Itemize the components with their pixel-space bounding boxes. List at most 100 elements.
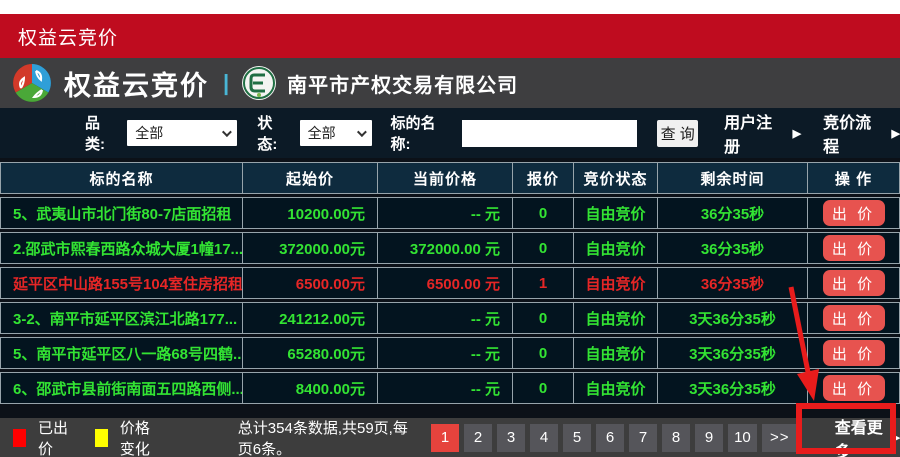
legend-label: 已出价 <box>38 417 71 457</box>
current-price: -- 元 <box>378 373 513 403</box>
bid-count: 0 <box>513 198 574 228</box>
legend-swatch-icon <box>95 429 108 447</box>
arrow-right-icon: ▶ <box>892 127 900 140</box>
bid-status: 自由竞价 <box>574 338 658 368</box>
page-button[interactable]: 5 <box>563 424 591 452</box>
arrow-right-icon: ▶ <box>892 431 900 444</box>
legend-item: 价格变化 <box>95 417 164 457</box>
pagination: 12345678910>> <box>431 424 803 452</box>
page-button[interactable]: 10 <box>728 424 757 452</box>
current-price: -- 元 <box>378 198 513 228</box>
time-remaining: 3天36分35秒 <box>658 303 808 333</box>
start-price: 65280.00元 <box>243 338 378 368</box>
page-button[interactable]: 6 <box>596 424 624 452</box>
table-row: 5、武夷山市北门街80-7店面招租 10200.00元 -- 元 0 自由竞价 … <box>0 197 900 229</box>
col-start-price: 起始价 <box>243 163 378 193</box>
bid-button[interactable]: 出 价 <box>823 340 885 366</box>
col-lot-name: 标的名称 <box>1 163 243 193</box>
brand-name: 权益云竞价 <box>64 64 209 103</box>
lot-name-label: 标的名称: <box>390 112 454 154</box>
table-row: 5、南平市延平区八一路68号四鹤... 65280.00元 -- 元 0 自由竞… <box>0 337 900 369</box>
page-button[interactable]: 9 <box>695 424 723 452</box>
page-title: 权益云竞价 <box>18 23 118 50</box>
col-status: 竞价状态 <box>574 163 658 193</box>
page-button[interactable]: 2 <box>464 424 492 452</box>
current-price: 372000.00 元 <box>378 233 513 263</box>
table-row: 2.邵武市熙春西路众城大厦1幢17... 372000.00元 372000.0… <box>0 232 900 264</box>
legend-label: 价格变化 <box>120 417 164 457</box>
query-button[interactable]: 查 询 <box>657 120 698 147</box>
bid-count: 1 <box>513 268 574 298</box>
col-current-price: 当前价格 <box>378 163 513 193</box>
lot-name-link[interactable]: 5、南平市延平区八一路68号四鹤... <box>1 338 243 368</box>
pagination-summary: 总计354条数据,共59页,每页6条。 <box>238 417 421 457</box>
bid-status: 自由竞价 <box>574 303 658 333</box>
col-bid-count: 报价 <box>513 163 574 193</box>
status-value: 全部 <box>308 123 336 143</box>
exchange-logo-icon <box>241 65 277 101</box>
bid-count: 0 <box>513 233 574 263</box>
bid-status: 自由竞价 <box>574 233 658 263</box>
time-remaining: 36分35秒 <box>658 268 808 298</box>
bidding-process-link[interactable]: 竞价流程 ▶ <box>823 109 900 157</box>
auction-table: 标的名称 起始价 当前价格 报价 竞价状态 剩余时间 操 作 5、武夷山市北门街… <box>0 158 900 418</box>
col-action: 操 作 <box>808 163 899 193</box>
swirl-logo-icon <box>12 63 52 103</box>
start-price: 8400.00元 <box>243 373 378 403</box>
legend: 已出价 价格变化 <box>13 417 188 457</box>
time-remaining: 3天36分35秒 <box>658 338 808 368</box>
category-label: 品类: <box>85 112 119 154</box>
bid-button[interactable]: 出 价 <box>823 270 885 296</box>
bid-button[interactable]: 出 价 <box>823 375 885 401</box>
legend-swatch-icon <box>13 429 26 447</box>
bid-status: 自由竞价 <box>574 373 658 403</box>
lot-name-input[interactable] <box>462 120 637 147</box>
view-more-button[interactable]: 查看更多 ▶ <box>835 414 900 457</box>
page-button[interactable]: 8 <box>662 424 690 452</box>
page-title-bar: 权益云竞价 <box>0 14 900 58</box>
arrow-right-icon: ▶ <box>793 127 801 140</box>
register-link[interactable]: 用户注册 ▶ <box>724 109 801 157</box>
table-header-row: 标的名称 起始价 当前价格 报价 竞价状态 剩余时间 操 作 <box>0 162 900 194</box>
bid-count: 0 <box>513 373 574 403</box>
table-row: 延平区中山路155号104室住房招租 6500.00元 6500.00 元 1 … <box>0 267 900 299</box>
page-button[interactable]: 3 <box>497 424 525 452</box>
lot-name-link[interactable]: 2.邵武市熙春西路众城大厦1幢17... <box>1 233 243 263</box>
bid-status: 自由竞价 <box>574 268 658 298</box>
chevron-down-icon <box>357 127 367 137</box>
legend-item: 已出价 <box>13 417 71 457</box>
chevron-down-icon <box>222 127 232 137</box>
next-pages-button[interactable]: >> <box>762 424 798 452</box>
lot-name-link[interactable]: 5、武夷山市北门街80-7店面招租 <box>1 198 243 228</box>
page-button[interactable]: 4 <box>530 424 558 452</box>
bid-button[interactable]: 出 价 <box>823 200 885 226</box>
filter-bar: 品类: 全部 状态: 全部 标的名称: 查 询 用户注册 ▶ 竞价流程 ▶ <box>0 108 900 158</box>
bid-button[interactable]: 出 价 <box>823 305 885 331</box>
bid-status: 自由竞价 <box>574 198 658 228</box>
start-price: 6500.00元 <box>243 268 378 298</box>
col-time-remaining: 剩余时间 <box>658 163 808 193</box>
bid-button[interactable]: 出 价 <box>823 235 885 261</box>
time-remaining: 3天36分35秒 <box>658 373 808 403</box>
category-value: 全部 <box>135 123 163 143</box>
category-select[interactable]: 全部 <box>127 120 237 146</box>
start-price: 241212.00元 <box>243 303 378 333</box>
current-price: 6500.00 元 <box>378 268 513 298</box>
footer-bar: 已出价 价格变化 总计354条数据,共59页,每页6条。 12345678910>… <box>0 418 900 457</box>
lot-name-link[interactable]: 3-2、南平市延平区滨江北路177... <box>1 303 243 333</box>
lot-name-link[interactable]: 延平区中山路155号104室住房招租 <box>1 268 243 298</box>
top-white-strip <box>0 0 900 14</box>
bid-count: 0 <box>513 338 574 368</box>
current-price: -- 元 <box>378 338 513 368</box>
status-label: 状态: <box>257 112 291 154</box>
start-price: 372000.00元 <box>243 233 378 263</box>
time-remaining: 36分35秒 <box>658 233 808 263</box>
status-select[interactable]: 全部 <box>300 120 373 146</box>
time-remaining: 36分35秒 <box>658 198 808 228</box>
page-button[interactable]: 7 <box>629 424 657 452</box>
lot-name-link[interactable]: 6、邵武市县前街南面五四路西侧... <box>1 373 243 403</box>
auction-page: 权益云竞价 权益云竞价 | 南平市产权交易有限公司 品类: 全部 状态: <box>0 0 900 457</box>
start-price: 10200.00元 <box>243 198 378 228</box>
company-name: 南平市产权交易有限公司 <box>287 69 518 98</box>
page-button[interactable]: 1 <box>431 424 459 452</box>
